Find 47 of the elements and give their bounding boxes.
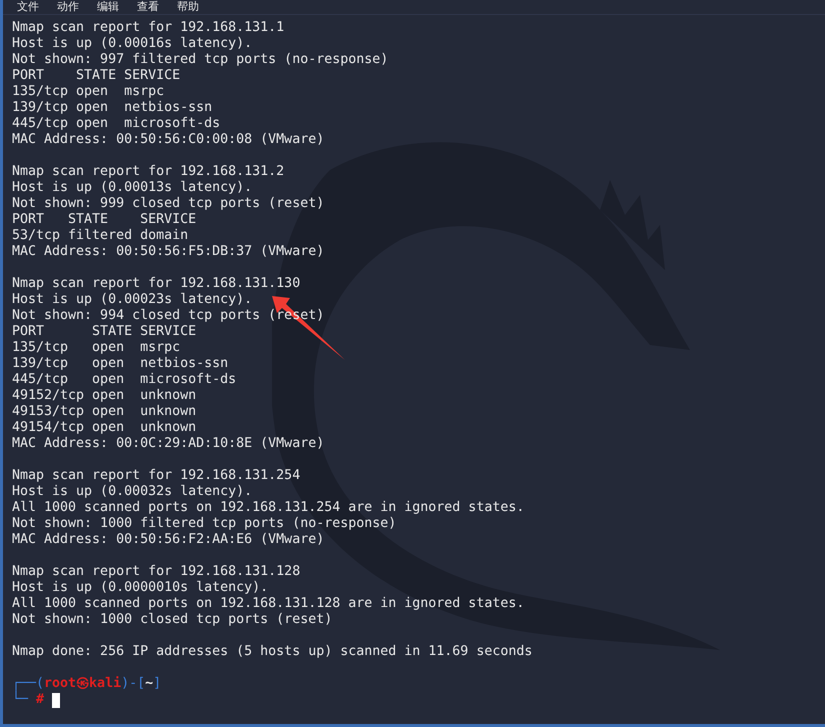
- menu-item[interactable]: 编辑: [97, 0, 119, 14]
- terminal-line: 53/tcp filtered domain: [12, 228, 188, 244]
- terminal-line: PORT STATE SERVICE: [12, 324, 196, 340]
- terminal-line: Host is up (0.0000010s latency).: [12, 580, 268, 596]
- terminal-line: Nmap scan report for 192.168.131.128: [12, 564, 300, 580]
- terminal-line: Host is up (0.00023s latency).: [12, 292, 252, 308]
- terminal-line: Host is up (0.00016s latency).: [12, 36, 252, 52]
- prompt-path: ~: [145, 676, 154, 692]
- terminal-line: Host is up (0.00032s latency).: [12, 484, 252, 500]
- text-cursor: [52, 692, 60, 708]
- prompt-user: #: [36, 692, 44, 708]
- terminal-line: Nmap scan report for 192.168.131.254: [12, 468, 300, 484]
- terminal-line: All 1000 scanned ports on 192.168.131.254 are in ignored states.: [12, 500, 524, 516]
- terminal-line: Not shown: 1000 filtered tcp ports (no-response): [12, 516, 396, 532]
- terminal-line: All 1000 scanned ports on 192.168.131.128 are in ignored states.: [12, 596, 524, 612]
- terminal-line: PORT STATE SERVICE: [12, 212, 196, 228]
- terminal-line: 49152/tcp open unknown: [12, 388, 196, 404]
- terminal-line: MAC Address: 00:50:56:C0:00:08 (VMware): [12, 132, 324, 148]
- terminal-line: Nmap scan report for 192.168.131.1: [12, 20, 284, 36]
- prompt-frame: ]: [153, 676, 162, 692]
- menu-item[interactable]: 动作: [57, 0, 79, 14]
- menu-item[interactable]: 帮助: [177, 0, 199, 14]
- terminal-line: Not shown: 1000 closed tcp ports (reset): [12, 612, 332, 628]
- terminal-line: 135/tcp open msrpc: [12, 340, 180, 356]
- terminal-line: Not shown: 999 closed tcp ports (reset): [12, 196, 324, 212]
- terminal-line: Host is up (0.00013s latency).: [12, 180, 252, 196]
- terminal-line: Nmap scan report for 192.168.131.130: [12, 276, 300, 292]
- prompt-frame: └─: [12, 692, 28, 708]
- terminal-line: 49154/tcp open unknown: [12, 420, 196, 436]
- terminal-line: PORT STATE SERVICE: [12, 68, 180, 84]
- terminal-line: 139/tcp open netbios-ssn: [12, 356, 228, 372]
- terminal-line: 49153/tcp open unknown: [12, 404, 196, 420]
- prompt-frame: ┌──(: [12, 676, 44, 692]
- prompt-user: root㉿kali: [44, 676, 122, 692]
- terminal-line: MAC Address: 00:50:56:F2:AA:E6 (VMware): [12, 532, 324, 548]
- terminal-line: Nmap scan report for 192.168.131.2: [12, 164, 284, 180]
- prompt-frame: )-[: [121, 676, 146, 692]
- terminal-line: 445/tcp open microsoft-ds: [12, 116, 220, 132]
- menu-item[interactable]: 文件: [17, 0, 39, 14]
- menu-item[interactable]: 查看: [137, 0, 159, 14]
- terminal-line: 445/tcp open microsoft-ds: [12, 372, 236, 388]
- terminal-line: MAC Address: 00:50:56:F5:DB:37 (VMware): [12, 244, 324, 260]
- terminal-line: MAC Address: 00:0C:29:AD:10:8E (VMware): [12, 436, 324, 452]
- terminal-line: 139/tcp open netbios-ssn: [12, 100, 212, 116]
- terminal-line: 135/tcp open msrpc: [12, 84, 164, 100]
- terminal-line: Not shown: 997 filtered tcp ports (no-response): [12, 52, 388, 68]
- terminal-line: Nmap done: 256 IP addresses (5 hosts up) scanned in 11.69 seconds: [12, 644, 532, 660]
